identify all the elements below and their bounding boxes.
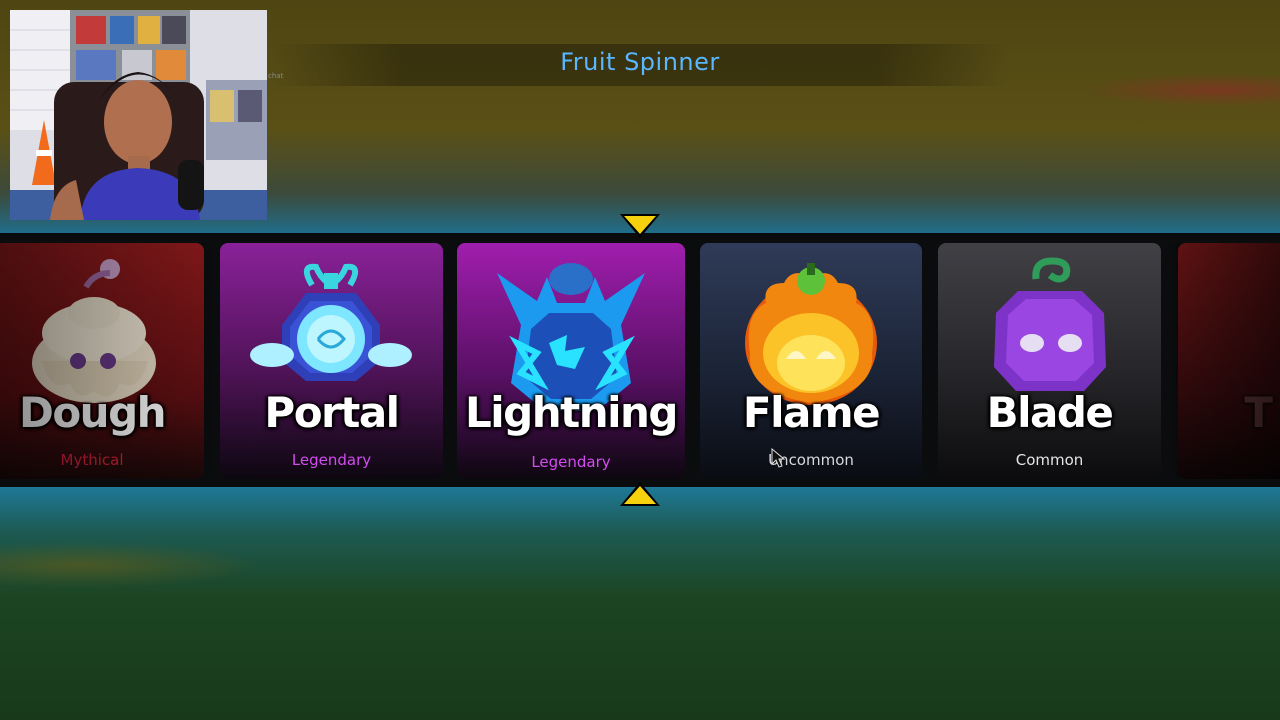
background-bottom — [0, 485, 1280, 720]
fruit-card-partial: T — [1178, 243, 1280, 479]
fruit-rarity: Uncommon — [768, 451, 854, 469]
selector-arrow-up-icon — [620, 482, 660, 506]
fruit-rarity: Legendary — [531, 453, 611, 471]
page-title: Fruit Spinner — [560, 48, 720, 76]
blade-fruit-icon — [994, 257, 1106, 391]
lightning-fruit-icon — [497, 263, 645, 411]
fruit-card-blade: Blade Common — [938, 243, 1161, 479]
fruit-name: Portal — [264, 388, 400, 437]
fruit-name: Blade — [986, 388, 1114, 437]
fruit-card-dough: Dough Mythical — [0, 243, 204, 479]
dough-fruit-icon — [32, 259, 156, 403]
fruit-rarity: Legendary — [291, 451, 372, 469]
fruit-name: T — [1244, 388, 1273, 437]
fruit-name: Dough — [18, 388, 167, 437]
fruit-card-portal: Portal Legendary — [220, 243, 443, 479]
fruit-card-lightning: Lightning Legendary — [457, 243, 685, 479]
fruit-rarity: Mythical — [60, 451, 124, 469]
fruit-name: Flame — [742, 388, 881, 437]
selector-arrow-down-icon — [620, 214, 660, 238]
flame-fruit-icon — [745, 263, 877, 405]
fruit-card-flame: Flame Uncommon — [700, 243, 922, 479]
fruit-name: Lightning — [465, 388, 678, 437]
portal-fruit-icon — [250, 263, 412, 381]
streamer-webcam — [10, 10, 267, 220]
webcam-scene — [10, 10, 267, 220]
fruit-rarity: Common — [1015, 451, 1084, 469]
mouse-cursor-icon — [771, 448, 785, 468]
